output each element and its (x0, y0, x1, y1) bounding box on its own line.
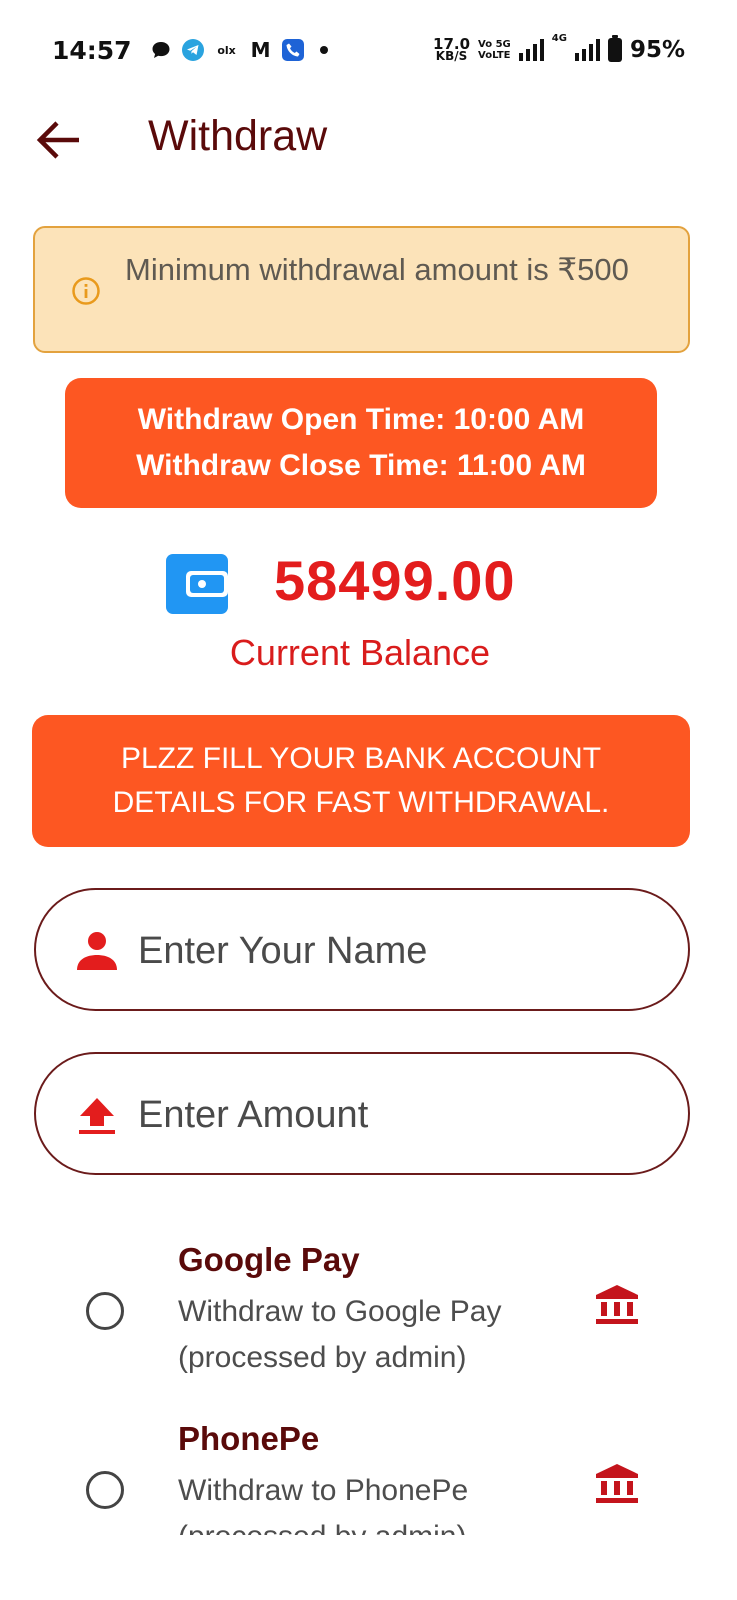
google-pay-radio[interactable] (86, 1292, 124, 1330)
system-indicators: 17.0 KB/S Vo 5G VoLTE 4G 95% (433, 33, 685, 63)
signal-strength-2-icon (574, 39, 600, 61)
payment-option-title: PhonePe (178, 1420, 320, 1457)
bottom-clip (0, 1535, 737, 1600)
arrow-left-icon (36, 121, 79, 159)
withdraw-open-time: Withdraw Open Time: 10:00 AM (137, 403, 585, 436)
info-circle-icon (72, 277, 100, 305)
volte-indicator: Vo 5G VoLTE (478, 39, 511, 61)
amount-input[interactable] (138, 1082, 658, 1148)
upload-arrow-icon (79, 1098, 115, 1134)
bank-banner-line2: DETAILS FOR FAST WITHDRAWAL. (112, 786, 610, 819)
chat-bubble-icon (150, 39, 172, 61)
payment-option-description: Withdraw to Google Pay (processed by adm… (178, 1295, 502, 1374)
network-speed-unit: KB/S (435, 49, 468, 63)
wallet-icon (166, 554, 228, 614)
payment-option-google-pay[interactable]: Google Pay Withdraw to Google Pay (proce… (0, 1235, 737, 1385)
olx-icon: olx (217, 43, 236, 57)
network-speed: 17.0 KB/S (433, 37, 470, 63)
back-button[interactable] (30, 112, 86, 168)
bank-icon (596, 1285, 638, 1324)
person-icon (77, 932, 117, 970)
notification-icons: olx M (150, 38, 328, 62)
mobile-data-label: 4G (551, 33, 567, 44)
withdraw-screen: 14:57 olx M 17.0 KB/S Vo 5G VoLTE 4G 95%… (0, 0, 737, 1600)
battery-icon (607, 35, 622, 62)
app-bar: Withdraw (0, 100, 737, 180)
name-field[interactable] (34, 888, 690, 1011)
withdraw-close-time: Withdraw Close Time: 11:00 AM (136, 449, 586, 482)
bank-banner-line1: PLZZ FILL YOUR BANK ACCOUNT (120, 742, 602, 775)
signal-strength-icon (518, 39, 544, 61)
withdraw-time-banner: Withdraw Open Time: 10:00 AM Withdraw Cl… (65, 378, 657, 508)
status-time: 14:57 (52, 35, 132, 65)
payment-option-title: Google Pay (178, 1241, 360, 1278)
min-withdrawal-notice: Minimum withdrawal amount is ₹500 (33, 226, 690, 353)
volte-line1: Vo 5G (478, 39, 511, 50)
notice-text: Minimum withdrawal amount is ₹500 (125, 252, 629, 287)
status-bar: 14:57 olx M 17.0 KB/S Vo 5G VoLTE 4G 95% (0, 0, 737, 100)
phonepe-radio[interactable] (86, 1471, 124, 1509)
more-notifications-dot (319, 46, 328, 54)
telegram-icon (181, 39, 204, 61)
balance-amount: 58499.00 (274, 549, 516, 612)
balance-display: 58499.00 (0, 548, 737, 628)
phone-app-icon (281, 39, 304, 61)
gmail-icon: M (250, 38, 271, 62)
name-input[interactable] (138, 918, 658, 984)
page-title: Withdraw (148, 112, 328, 160)
volte-line2: VoLTE (478, 50, 511, 61)
amount-field[interactable] (34, 1052, 690, 1175)
bank-icon (596, 1464, 638, 1503)
balance-label: Current Balance (229, 632, 491, 673)
bank-details-banner: PLZZ FILL YOUR BANK ACCOUNT DETAILS FOR … (32, 715, 690, 847)
battery-percent: 95% (629, 37, 685, 63)
